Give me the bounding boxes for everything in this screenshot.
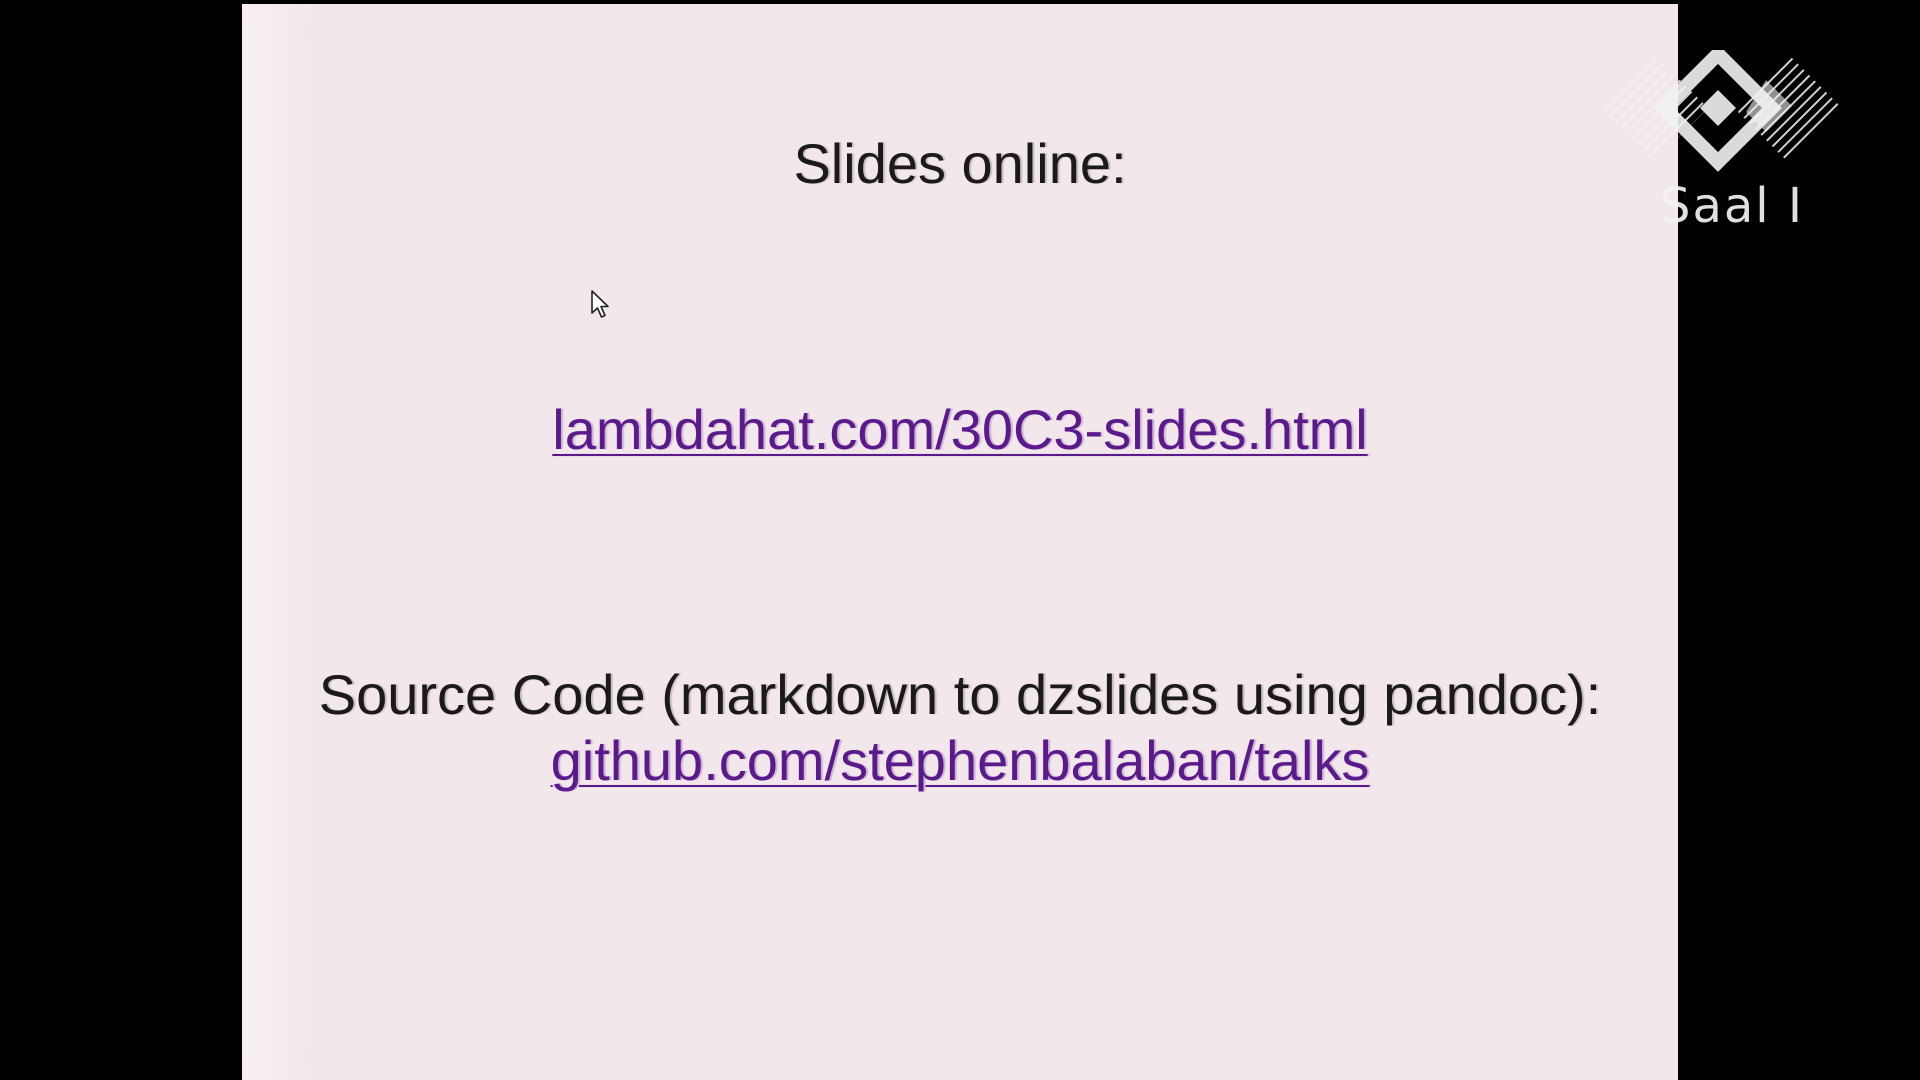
source-code-link[interactable]: github.com/stephenbalaban/talks (551, 728, 1370, 794)
slide-heading: Slides online: (793, 132, 1127, 195)
presentation-slide: Slides online: lambdahat.com/30C3-slides… (242, 4, 1678, 1080)
video-frame: Slides online: lambdahat.com/30C3-slides… (0, 0, 1920, 1080)
mouse-cursor-icon (591, 290, 609, 318)
slides-online-link[interactable]: lambdahat.com/30C3-slides.html (552, 398, 1367, 461)
source-code-block: Source Code (markdown to dzslides using … (242, 662, 1678, 794)
source-code-label: Source Code (markdown to dzslides using … (318, 663, 1602, 726)
slides-link-row: lambdahat.com/30C3-slides.html (242, 396, 1678, 464)
room-label: Saal I (1660, 178, 1805, 234)
